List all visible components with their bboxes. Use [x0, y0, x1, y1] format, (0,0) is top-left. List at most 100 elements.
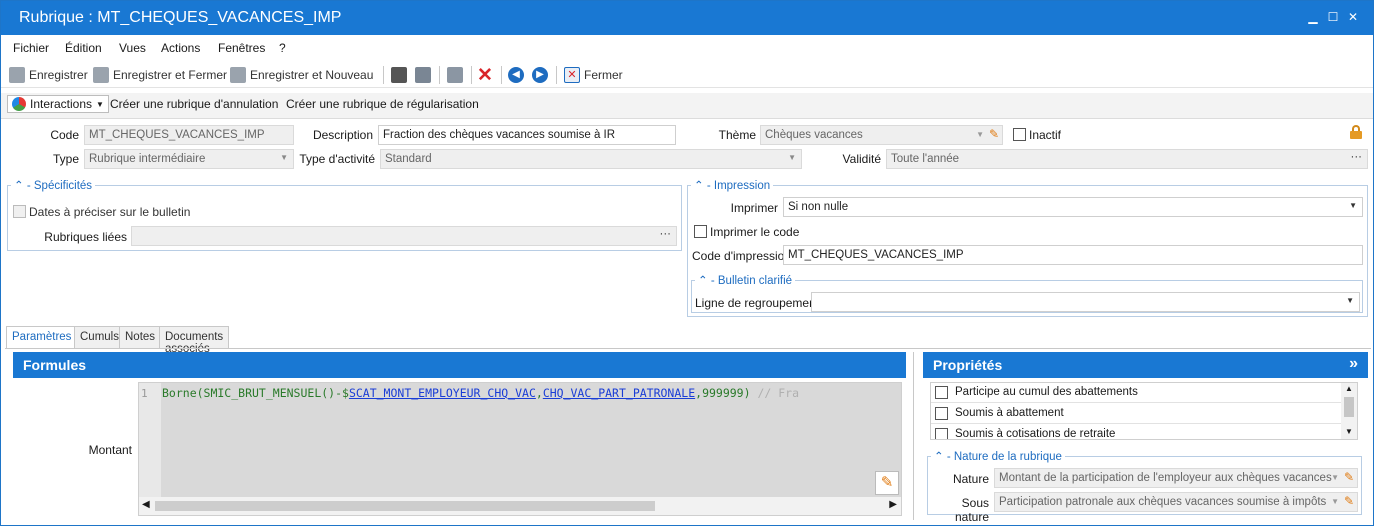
- tab-cumuls[interactable]: Cumuls: [74, 326, 125, 348]
- close-button[interactable]: ✕ Fermer: [564, 67, 623, 83]
- theme-select[interactable]: Chèques vacances ▼ ✎: [760, 125, 1003, 145]
- chevron-down-icon: ▼: [1331, 473, 1339, 482]
- interactions-icon: [12, 97, 26, 111]
- list-item[interactable]: Soumis à abattement: [931, 404, 1341, 424]
- menu-bar: Fichier Édition Vues Actions Fenêtres ?: [1, 37, 1373, 59]
- create-cancel-rubrique-button[interactable]: Créer une rubrique d'annulation: [110, 97, 278, 111]
- chevron-down-icon: ▼: [96, 99, 104, 109]
- dates-label: Dates à préciser sur le bulletin: [29, 205, 191, 219]
- proprietes-header: Propriétés »: [923, 352, 1368, 378]
- dates-checkbox[interactable]: [13, 205, 26, 218]
- chevron-down-icon: ▼: [1349, 201, 1357, 210]
- validity-label: Validité: [842, 152, 881, 166]
- vertical-scrollbar[interactable]: ▲ ▼: [1341, 383, 1357, 439]
- properties-list: Participe au cumul des abattements Soumi…: [930, 382, 1358, 440]
- line-gutter: 1: [139, 383, 161, 497]
- chevron-down-icon: ▼: [1331, 497, 1339, 506]
- formules-header: Formules: [13, 352, 906, 378]
- validity-field[interactable]: Toute l'année ···: [886, 149, 1368, 169]
- chevron-up-icon: ⌃: [14, 180, 24, 192]
- ligne-regroupement-select[interactable]: ▼: [811, 292, 1360, 312]
- formula-editor[interactable]: 1 Borne(SMIC_BRUT_MENSUEL()-$SCAT_MONT_E…: [138, 382, 902, 516]
- scroll-left-icon[interactable]: ◀: [142, 499, 150, 510]
- scroll-right-icon[interactable]: ▶: [889, 499, 897, 510]
- previous-icon[interactable]: ◀: [508, 67, 524, 83]
- save-button[interactable]: Enregistrer: [9, 67, 88, 83]
- formula-code[interactable]: Borne(SMIC_BRUT_MENSUEL()-$SCAT_MONT_EMP…: [162, 386, 799, 400]
- list-item[interactable]: Participe au cumul des abattements: [931, 383, 1341, 403]
- montant-label: Montant: [88, 443, 132, 457]
- menu-fichier[interactable]: Fichier: [13, 41, 49, 55]
- title-bar: Rubrique : MT_CHEQUES_VACANCES_IMP ▁ ☐ ✕: [1, 1, 1373, 35]
- type-label: Type: [52, 152, 79, 166]
- floppy-close-icon: [93, 67, 109, 83]
- copy-icon[interactable]: [447, 67, 463, 83]
- floppy-icon: [9, 67, 25, 83]
- minimize-button[interactable]: ▁: [1305, 10, 1321, 24]
- delete-icon[interactable]: ✕: [477, 64, 493, 87]
- impression-title[interactable]: ⌃ - Impression: [691, 178, 774, 192]
- sous-nature-select[interactable]: Participation patronale aux chèques vaca…: [994, 492, 1358, 512]
- code-label: Code: [50, 128, 79, 142]
- menu-fenetres[interactable]: Fenêtres: [218, 41, 265, 55]
- close-doc-icon: ✕: [564, 67, 580, 83]
- interactions-button[interactable]: Interactions ▼: [7, 95, 109, 113]
- save-new-button[interactable]: Enregistrer et Nouveau: [230, 67, 373, 83]
- chevron-down-icon: ▼: [280, 153, 288, 162]
- type-select[interactable]: Rubrique intermédiaire ▼: [84, 149, 294, 169]
- close-window-button[interactable]: ✕: [1345, 10, 1361, 24]
- menu-edition[interactable]: Édition: [65, 41, 102, 55]
- print-code-checkbox[interactable]: [694, 225, 707, 238]
- action-bar: Interactions ▼ Créer une rubrique d'annu…: [1, 93, 1373, 119]
- menu-help[interactable]: ?: [279, 41, 286, 55]
- activity-type-select[interactable]: Standard ▼: [380, 149, 802, 169]
- bulletin-clarifie-title[interactable]: ⌃ - Bulletin clarifié: [695, 273, 796, 287]
- rubriques-liees-field[interactable]: ···: [131, 226, 677, 246]
- nature-select[interactable]: Montant de la participation de l'employe…: [994, 468, 1358, 488]
- code-link-chq[interactable]: CHQ_VAC_PART_PATRONALE: [543, 386, 695, 400]
- chevron-up-icon: ⌃: [934, 451, 944, 463]
- horizontal-scrollbar[interactable]: ◀ ▶: [139, 497, 901, 515]
- nature-label: Nature: [952, 472, 989, 486]
- chevron-down-icon: ▼: [1346, 296, 1354, 305]
- maximize-button[interactable]: ☐: [1325, 10, 1341, 24]
- chevron-up-icon: ⌃: [698, 275, 708, 287]
- chevron-down-icon: ▼: [788, 153, 796, 162]
- imprimer-label: Imprimer: [730, 201, 778, 215]
- save-close-button[interactable]: Enregistrer et Fermer: [93, 67, 227, 83]
- create-regul-rubrique-button[interactable]: Créer une rubrique de régularisation: [286, 97, 479, 111]
- tab-notes[interactable]: Notes: [119, 326, 162, 348]
- list-item[interactable]: Soumis à cotisations de retraite: [931, 425, 1341, 439]
- nature-title[interactable]: ⌃ - Nature de la rubrique: [931, 449, 1065, 463]
- ellipsis-button[interactable]: ···: [1351, 151, 1363, 163]
- print-code-field[interactable]: MT_CHEQUES_VACANCES_IMP: [783, 245, 1363, 265]
- inactif-checkbox[interactable]: [1013, 128, 1026, 141]
- pencil-icon[interactable]: ✎: [989, 127, 999, 141]
- menu-actions[interactable]: Actions: [161, 41, 200, 55]
- pencil-icon[interactable]: ✎: [1344, 494, 1354, 508]
- print-icon[interactable]: [391, 67, 407, 83]
- rubriques-liees-label: Rubriques liées: [44, 230, 127, 244]
- chevron-down-icon: ▼: [976, 130, 984, 139]
- next-icon[interactable]: ▶: [532, 67, 548, 83]
- lock-icon: [1350, 125, 1362, 139]
- tab-parametres[interactable]: Paramètres: [6, 326, 78, 349]
- window-title: Rubrique : MT_CHEQUES_VACANCES_IMP: [19, 9, 342, 26]
- description-field[interactable]: Fraction des chèques vacances soumise à …: [378, 125, 676, 145]
- specificites-title[interactable]: ⌃ - Spécificités: [11, 178, 96, 192]
- pencil-icon[interactable]: ✎: [1344, 470, 1354, 484]
- imprimer-select[interactable]: Si non nulle ▼: [783, 197, 1363, 217]
- activity-type-label: Type d'activité: [299, 152, 375, 166]
- code-field[interactable]: MT_CHEQUES_VACANCES_IMP: [84, 125, 294, 145]
- scroll-up-icon[interactable]: ▲: [1345, 384, 1353, 393]
- scroll-down-icon[interactable]: ▼: [1345, 427, 1353, 436]
- print-preview-icon[interactable]: [415, 67, 431, 83]
- pencil-icon[interactable]: ✎: [875, 471, 899, 495]
- code-link-scat[interactable]: SCAT_MONT_EMPLOYEUR_CHQ_VAC: [349, 386, 536, 400]
- ellipsis-button[interactable]: ···: [660, 228, 672, 240]
- ligne-regroupement-label: Ligne de regroupement: [695, 296, 820, 310]
- chevron-up-icon: ⌃: [694, 180, 704, 192]
- menu-vues[interactable]: Vues: [119, 41, 146, 55]
- expand-icon[interactable]: »: [1349, 355, 1358, 373]
- tab-documents-associes[interactable]: Documents associés: [159, 326, 230, 355]
